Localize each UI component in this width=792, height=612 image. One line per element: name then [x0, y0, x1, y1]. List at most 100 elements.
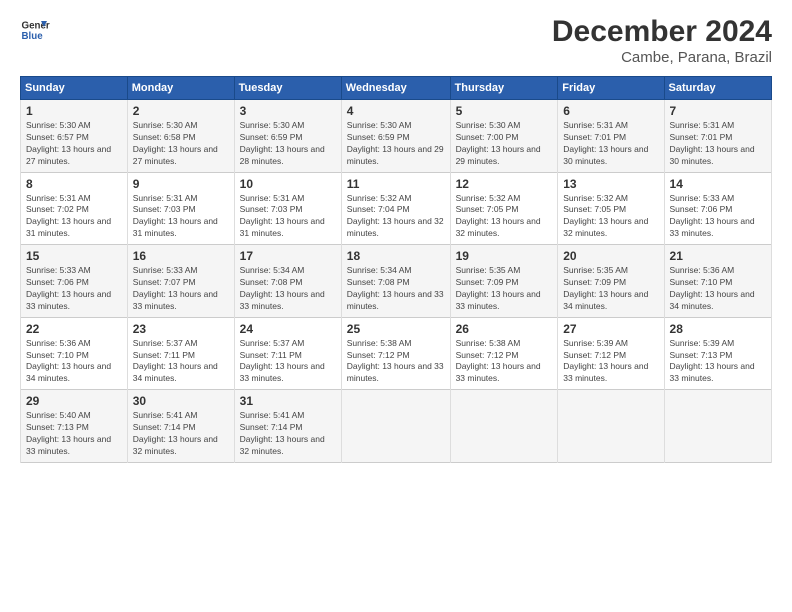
calendar-table: SundayMondayTuesdayWednesdayThursdayFrid…	[20, 76, 772, 463]
calendar-cell: 22 Sunrise: 5:36 AMSunset: 7:10 PMDayligh…	[21, 317, 128, 390]
day-info: Sunrise: 5:30 AMSunset: 7:00 PMDaylight:…	[456, 120, 553, 168]
day-number: 27	[563, 322, 658, 336]
calendar-cell: 31Sunrise: 5:41 AMSunset: 7:14 PMDayligh…	[234, 390, 341, 463]
calendar-week-2: 8 Sunrise: 5:31 AMSunset: 7:02 PMDaylight…	[21, 172, 772, 245]
day-info: Sunrise: 5:35 AMSunset: 7:09 PMDaylight:…	[456, 265, 553, 313]
calendar-cell: 25 Sunrise: 5:38 AMSunset: 7:12 PMDayligh…	[341, 317, 450, 390]
weekday-header-tuesday: Tuesday	[234, 77, 341, 100]
day-info: Sunrise: 5:35 AMSunset: 7:09 PMDaylight:…	[563, 265, 658, 313]
calendar-cell: 6Sunrise: 5:31 AMSunset: 7:01 PMDaylight…	[558, 100, 664, 173]
calendar-cell: 15 Sunrise: 5:33 AMSunset: 7:06 PMDayligh…	[21, 245, 128, 318]
day-info: Sunrise: 5:34 AMSunset: 7:08 PMDaylight:…	[240, 265, 336, 313]
logo: General Blue	[20, 15, 50, 45]
day-info: Sunrise: 5:30 AMSunset: 6:58 PMDaylight:…	[133, 120, 229, 168]
day-info: Sunrise: 5:31 AMSunset: 7:01 PMDaylight:…	[670, 120, 766, 168]
calendar-cell: 24Sunrise: 5:37 AMSunset: 7:11 PMDayligh…	[234, 317, 341, 390]
day-info: Sunrise: 5:34 AMSunset: 7:08 PMDaylight:…	[347, 265, 445, 313]
calendar-cell: 1 Sunrise: 5:30 AMSunset: 6:57 PMDaylight…	[21, 100, 128, 173]
calendar-cell: 30 Sunrise: 5:41 AMSunset: 7:14 PMDayligh…	[127, 390, 234, 463]
calendar-body: 1 Sunrise: 5:30 AMSunset: 6:57 PMDaylight…	[21, 100, 772, 463]
day-number: 29	[26, 394, 122, 408]
day-number: 13	[563, 177, 658, 191]
calendar-cell: 19Sunrise: 5:35 AMSunset: 7:09 PMDayligh…	[450, 245, 558, 318]
title-block: December 2024 Cambe, Parana, Brazil	[552, 15, 772, 66]
calendar-week-3: 15 Sunrise: 5:33 AMSunset: 7:06 PMDayligh…	[21, 245, 772, 318]
calendar-cell: 26 Sunrise: 5:38 AMSunset: 7:12 PMDayligh…	[450, 317, 558, 390]
day-info: Sunrise: 5:32 AMSunset: 7:05 PMDaylight:…	[563, 193, 658, 241]
calendar-cell: 23 Sunrise: 5:37 AMSunset: 7:11 PMDayligh…	[127, 317, 234, 390]
day-info: Sunrise: 5:33 AMSunset: 7:06 PMDaylight:…	[26, 265, 122, 313]
day-info: Sunrise: 5:31 AMSunset: 7:03 PMDaylight:…	[133, 193, 229, 241]
calendar-week-1: 1 Sunrise: 5:30 AMSunset: 6:57 PMDaylight…	[21, 100, 772, 173]
day-info: Sunrise: 5:39 AMSunset: 7:13 PMDaylight:…	[670, 338, 766, 386]
location-title: Cambe, Parana, Brazil	[552, 49, 772, 66]
calendar-cell: 21 Sunrise: 5:36 AMSunset: 7:10 PMDayligh…	[664, 245, 771, 318]
calendar-cell: 28 Sunrise: 5:39 AMSunset: 7:13 PMDayligh…	[664, 317, 771, 390]
day-info: Sunrise: 5:30 AMSunset: 6:59 PMDaylight:…	[347, 120, 445, 168]
calendar-header: SundayMondayTuesdayWednesdayThursdayFrid…	[21, 77, 772, 100]
day-info: Sunrise: 5:30 AMSunset: 6:57 PMDaylight:…	[26, 120, 122, 168]
day-number: 15	[26, 249, 122, 263]
calendar-cell: 3 Sunrise: 5:30 AMSunset: 6:59 PMDaylight…	[234, 100, 341, 173]
day-info: Sunrise: 5:32 AMSunset: 7:05 PMDaylight:…	[456, 193, 553, 241]
day-number: 7	[670, 104, 766, 118]
calendar-cell: 18 Sunrise: 5:34 AMSunset: 7:08 PMDayligh…	[341, 245, 450, 318]
day-number: 24	[240, 322, 336, 336]
calendar-cell: 10 Sunrise: 5:31 AMSunset: 7:03 PMDayligh…	[234, 172, 341, 245]
day-number: 30	[133, 394, 229, 408]
calendar-cell: 11Sunrise: 5:32 AMSunset: 7:04 PMDayligh…	[341, 172, 450, 245]
calendar-cell: 7 Sunrise: 5:31 AMSunset: 7:01 PMDaylight…	[664, 100, 771, 173]
calendar-cell: 2 Sunrise: 5:30 AMSunset: 6:58 PMDaylight…	[127, 100, 234, 173]
day-info: Sunrise: 5:36 AMSunset: 7:10 PMDaylight:…	[26, 338, 122, 386]
day-number: 18	[347, 249, 445, 263]
day-info: Sunrise: 5:38 AMSunset: 7:12 PMDaylight:…	[456, 338, 553, 386]
weekday-header-friday: Friday	[558, 77, 664, 100]
day-number: 9	[133, 177, 229, 191]
day-number: 5	[456, 104, 553, 118]
day-number: 1	[26, 104, 122, 118]
day-number: 3	[240, 104, 336, 118]
day-info: Sunrise: 5:41 AMSunset: 7:14 PMDaylight:…	[133, 410, 229, 458]
day-info: Sunrise: 5:31 AMSunset: 7:01 PMDaylight:…	[563, 120, 658, 168]
calendar-cell: 17 Sunrise: 5:34 AMSunset: 7:08 PMDayligh…	[234, 245, 341, 318]
calendar-cell: 9 Sunrise: 5:31 AMSunset: 7:03 PMDaylight…	[127, 172, 234, 245]
day-number: 23	[133, 322, 229, 336]
calendar-cell: 29Sunrise: 5:40 AMSunset: 7:13 PMDayligh…	[21, 390, 128, 463]
day-number: 25	[347, 322, 445, 336]
day-number: 22	[26, 322, 122, 336]
calendar-cell: 20 Sunrise: 5:35 AMSunset: 7:09 PMDayligh…	[558, 245, 664, 318]
day-number: 21	[670, 249, 766, 263]
calendar-cell	[450, 390, 558, 463]
day-number: 11	[347, 177, 445, 191]
day-info: Sunrise: 5:33 AMSunset: 7:06 PMDaylight:…	[670, 193, 766, 241]
day-number: 10	[240, 177, 336, 191]
header: General Blue December 2024 Cambe, Parana…	[20, 15, 772, 66]
calendar-cell: 12 Sunrise: 5:32 AMSunset: 7:05 PMDayligh…	[450, 172, 558, 245]
calendar-cell: 27Sunrise: 5:39 AMSunset: 7:12 PMDayligh…	[558, 317, 664, 390]
weekday-header-row: SundayMondayTuesdayWednesdayThursdayFrid…	[21, 77, 772, 100]
day-number: 4	[347, 104, 445, 118]
day-info: Sunrise: 5:36 AMSunset: 7:10 PMDaylight:…	[670, 265, 766, 313]
day-info: Sunrise: 5:30 AMSunset: 6:59 PMDaylight:…	[240, 120, 336, 168]
calendar-cell	[558, 390, 664, 463]
calendar-cell: 16 Sunrise: 5:33 AMSunset: 7:07 PMDayligh…	[127, 245, 234, 318]
day-number: 20	[563, 249, 658, 263]
day-info: Sunrise: 5:33 AMSunset: 7:07 PMDaylight:…	[133, 265, 229, 313]
day-number: 28	[670, 322, 766, 336]
day-info: Sunrise: 5:31 AMSunset: 7:02 PMDaylight:…	[26, 193, 122, 241]
calendar-week-5: 29Sunrise: 5:40 AMSunset: 7:13 PMDayligh…	[21, 390, 772, 463]
calendar-cell	[341, 390, 450, 463]
day-number: 8	[26, 177, 122, 191]
day-info: Sunrise: 5:37 AMSunset: 7:11 PMDaylight:…	[133, 338, 229, 386]
day-number: 16	[133, 249, 229, 263]
day-number: 17	[240, 249, 336, 263]
day-info: Sunrise: 5:31 AMSunset: 7:03 PMDaylight:…	[240, 193, 336, 241]
day-number: 26	[456, 322, 553, 336]
weekday-header-sunday: Sunday	[21, 77, 128, 100]
day-info: Sunrise: 5:38 AMSunset: 7:12 PMDaylight:…	[347, 338, 445, 386]
day-info: Sunrise: 5:41 AMSunset: 7:14 PMDaylight:…	[240, 410, 336, 458]
day-number: 2	[133, 104, 229, 118]
weekday-header-wednesday: Wednesday	[341, 77, 450, 100]
weekday-header-saturday: Saturday	[664, 77, 771, 100]
day-number: 12	[456, 177, 553, 191]
